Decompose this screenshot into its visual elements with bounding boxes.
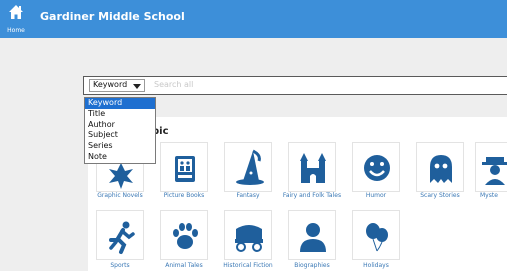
tile-picture-books[interactable] — [160, 142, 208, 192]
home-label: Home — [7, 27, 25, 34]
tile-fantasy[interactable] — [224, 142, 272, 192]
runner-icon — [109, 221, 135, 254]
search-field-select[interactable]: Keyword — [89, 79, 145, 92]
tile-holidays[interactable] — [352, 210, 400, 260]
search-bar: Keyword Search all — [83, 76, 507, 95]
app-header: Home Gardiner Middle School — [0, 0, 507, 38]
tile-caption[interactable]: Picture Books — [148, 192, 220, 199]
paw-icon — [173, 223, 198, 249]
tile-caption[interactable]: Scary Stories — [404, 192, 476, 199]
tile-caption[interactable]: Biographies — [276, 262, 348, 269]
school-name[interactable]: Gardiner Middle School — [40, 10, 185, 23]
dropdown-option-note[interactable]: Note — [85, 152, 155, 163]
tile-caption[interactable]: Humor — [340, 192, 412, 199]
dropdown-option-title[interactable]: Title — [85, 109, 155, 120]
dropdown-option-author[interactable]: Author — [85, 120, 155, 131]
tile-caption[interactable]: Fantasy — [212, 192, 284, 199]
tile-historical-fiction[interactable] — [224, 210, 272, 260]
tile-caption[interactable]: Myste — [480, 192, 507, 199]
covered-wagon-icon — [235, 225, 263, 252]
person-icon — [300, 223, 326, 252]
tile-mystery[interactable] — [475, 142, 507, 192]
tile-biographies[interactable] — [288, 210, 336, 260]
smiley-icon — [364, 155, 390, 181]
tile-sports[interactable] — [96, 210, 144, 260]
dropdown-option-subject[interactable]: Subject — [85, 130, 155, 141]
dropdown-caret-icon — [133, 84, 141, 89]
search-field-value: Keyword — [93, 80, 128, 89]
detective-icon — [482, 157, 507, 185]
dropdown-option-series[interactable]: Series — [85, 141, 155, 152]
home-button[interactable]: Home — [5, 4, 27, 36]
tile-scary-stories[interactable] — [416, 142, 464, 192]
tile-animal-tales[interactable] — [160, 210, 208, 260]
castle-icon — [300, 153, 326, 183]
tile-caption[interactable]: Animal Tales — [148, 262, 220, 269]
tile-humor[interactable] — [352, 142, 400, 192]
tile-caption[interactable]: Historical Fiction — [212, 262, 284, 269]
tile-caption[interactable]: Holidays — [340, 262, 412, 269]
dropdown-option-keyword[interactable]: Keyword — [85, 98, 155, 109]
tile-caption[interactable]: Fairy and Folk Tales — [276, 192, 348, 199]
tile-caption[interactable]: Graphic Novels — [84, 192, 156, 199]
ghost-icon — [430, 155, 452, 183]
search-field-dropdown: Keyword Title Author Subject Series Note — [84, 97, 156, 164]
balloons-icon — [366, 223, 388, 252]
wizard-hat-icon — [236, 149, 264, 185]
tile-caption[interactable]: Sports — [84, 262, 156, 269]
tile-fairy-folk-tales[interactable] — [288, 142, 336, 192]
search-input[interactable]: Search all — [154, 80, 193, 89]
picture-book-icon — [175, 156, 195, 182]
home-icon — [9, 5, 23, 19]
